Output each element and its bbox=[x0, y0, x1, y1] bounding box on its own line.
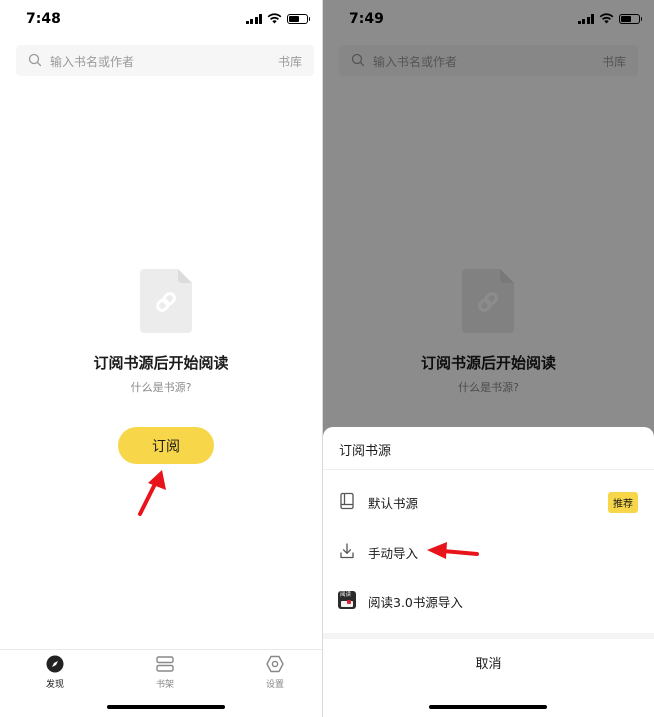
sheet-divider bbox=[323, 469, 654, 470]
subscribe-button[interactable]: 订阅 bbox=[118, 427, 214, 464]
search-icon bbox=[28, 53, 42, 67]
download-icon bbox=[340, 543, 354, 559]
bookshelf-icon bbox=[156, 656, 174, 672]
annotation-arrow bbox=[138, 470, 166, 516]
cellular-signal-icon bbox=[245, 13, 262, 24]
link-document-icon bbox=[140, 269, 192, 333]
wifi-icon bbox=[267, 13, 282, 24]
sheet-title: 订阅书源 bbox=[339, 444, 392, 459]
book-icon bbox=[340, 492, 354, 510]
search-bar[interactable]: 输入书名或作者 书库 bbox=[16, 45, 314, 76]
status-time: 7:48 bbox=[26, 11, 61, 27]
compass-icon bbox=[46, 655, 64, 673]
status-bar: 7:48 bbox=[0, 0, 322, 40]
option-yuedu-import[interactable]: 阅读 阅读3.0书源导入 bbox=[323, 577, 654, 623]
tab-bookshelf[interactable]: 书架 bbox=[135, 654, 195, 690]
screen-discover: 7:48 输入书名或作者 书库 订阅书源后开始阅读 什么是书源? 订阅 发现 书… bbox=[0, 0, 322, 717]
status-icons bbox=[245, 13, 310, 24]
library-link[interactable]: 书库 bbox=[278, 53, 302, 70]
option-label: 手动导入 bbox=[368, 546, 419, 561]
settings-icon bbox=[266, 655, 284, 673]
option-label: 默认书源 bbox=[368, 496, 419, 511]
tab-label: 书架 bbox=[155, 680, 174, 690]
yuedu-app-icon: 阅读 bbox=[338, 591, 356, 609]
screen-subscribe-sheet: 7:49 输入书名或作者 书库 订阅书源后开始阅读 什么是书源? 订阅书源 默认… bbox=[323, 0, 654, 717]
app-icon-text: 阅读 bbox=[340, 592, 352, 598]
tab-settings[interactable]: 设置 bbox=[245, 654, 305, 690]
cancel-button[interactable]: 取消 bbox=[323, 639, 654, 685]
tab-label: 发现 bbox=[45, 680, 64, 690]
search-input[interactable]: 输入书名或作者 bbox=[50, 53, 134, 70]
annotation-arrow bbox=[427, 542, 479, 559]
battery-icon bbox=[287, 13, 310, 24]
tab-discover[interactable]: 发现 bbox=[25, 654, 85, 690]
what-is-book-source-link[interactable]: 什么是书源? bbox=[0, 379, 322, 395]
subscribe-source-sheet: 订阅书源 默认书源 推荐 手动导入 阅读 阅读3.0书源导入 取消 bbox=[323, 427, 654, 717]
option-manual-import[interactable]: 手动导入 bbox=[323, 528, 654, 574]
option-default-source[interactable]: 默认书源 推荐 bbox=[323, 478, 654, 524]
recommended-badge: 推荐 bbox=[608, 492, 638, 513]
app-icon-mark bbox=[347, 600, 351, 604]
tab-label: 设置 bbox=[265, 680, 284, 690]
empty-state-title: 订阅书源后开始阅读 bbox=[93, 354, 229, 372]
option-label: 阅读3.0书源导入 bbox=[368, 595, 463, 610]
home-indicator[interactable] bbox=[429, 705, 547, 709]
home-indicator[interactable] bbox=[107, 705, 225, 709]
